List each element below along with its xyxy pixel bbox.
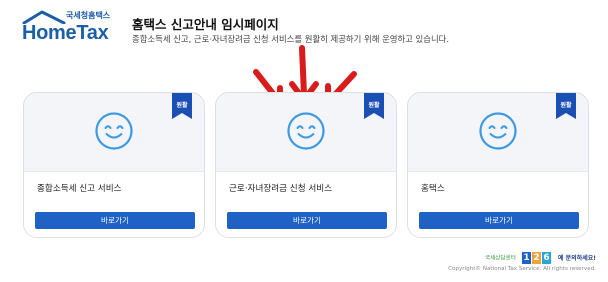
- hometax-logo[interactable]: 국세청홈택스 HomeTax: [22, 10, 114, 44]
- card-title: 근로·자녀장려금 신청 서비스: [229, 184, 333, 194]
- page-description: 종합소득세 신고, 근로·자녀장려금 신청 서비스를 원활히 제공하기 위해 운…: [132, 34, 450, 44]
- help-center-suffix: 에 문의하세요!: [558, 255, 596, 262]
- smiley-face-icon: [95, 112, 133, 150]
- smiley-face-icon: [287, 112, 325, 150]
- card-status-area: 원활: [408, 93, 588, 171]
- card-status-area: 원활: [216, 93, 396, 171]
- copyright-text: Copyright© National Tax Service. All rig…: [448, 266, 596, 272]
- header: 국세청홈택스 HomeTax 홈택스 신고안내 임시페이지 종합소득세 신고, …: [0, 0, 608, 66]
- go-button-income-tax[interactable]: 바로가기: [35, 212, 195, 229]
- status-badge-text: 원활: [368, 102, 380, 109]
- status-badge-text: 원활: [560, 102, 572, 109]
- go-button-incentive[interactable]: 바로가기: [227, 212, 387, 229]
- logo-english-text: HomeTax: [22, 22, 109, 44]
- help-center-banner[interactable]: 국세상담센터 126 에 문의하세요!: [484, 247, 596, 264]
- service-card-hometax: 원활 홈택스 바로가기: [407, 92, 589, 238]
- status-badge: 원활: [172, 93, 192, 119]
- service-card-incentive: 원활 근로·자녀장려금 신청 서비스 바로가기: [215, 92, 397, 238]
- service-card-income-tax: 원활 종합소득세 신고 서비스 바로가기: [23, 92, 205, 238]
- help-digit-3: 6: [541, 251, 551, 264]
- help-digit-1: 1: [521, 251, 531, 264]
- logo-korean-text: 국세청홈택스: [66, 11, 111, 20]
- status-badge: 원활: [364, 93, 384, 119]
- card-title: 홈택스: [421, 184, 445, 194]
- card-status-area: 원활: [24, 93, 204, 171]
- go-button-hometax[interactable]: 바로가기: [419, 212, 579, 229]
- help-center-prefix: 국세상담센터: [484, 255, 516, 262]
- card-body: 홈택스 바로가기: [408, 171, 588, 237]
- page-title: 홈택스 신고안내 임시페이지: [132, 17, 279, 32]
- status-badge: 원활: [556, 93, 576, 119]
- status-badge-text: 원활: [176, 102, 188, 109]
- card-body: 종합소득세 신고 서비스 바로가기: [24, 171, 204, 237]
- card-body: 근로·자녀장려금 신청 서비스 바로가기: [216, 171, 396, 237]
- help-digit-2: 2: [531, 251, 541, 264]
- smiley-face-icon: [479, 112, 517, 150]
- card-title: 종합소득세 신고 서비스: [37, 184, 122, 194]
